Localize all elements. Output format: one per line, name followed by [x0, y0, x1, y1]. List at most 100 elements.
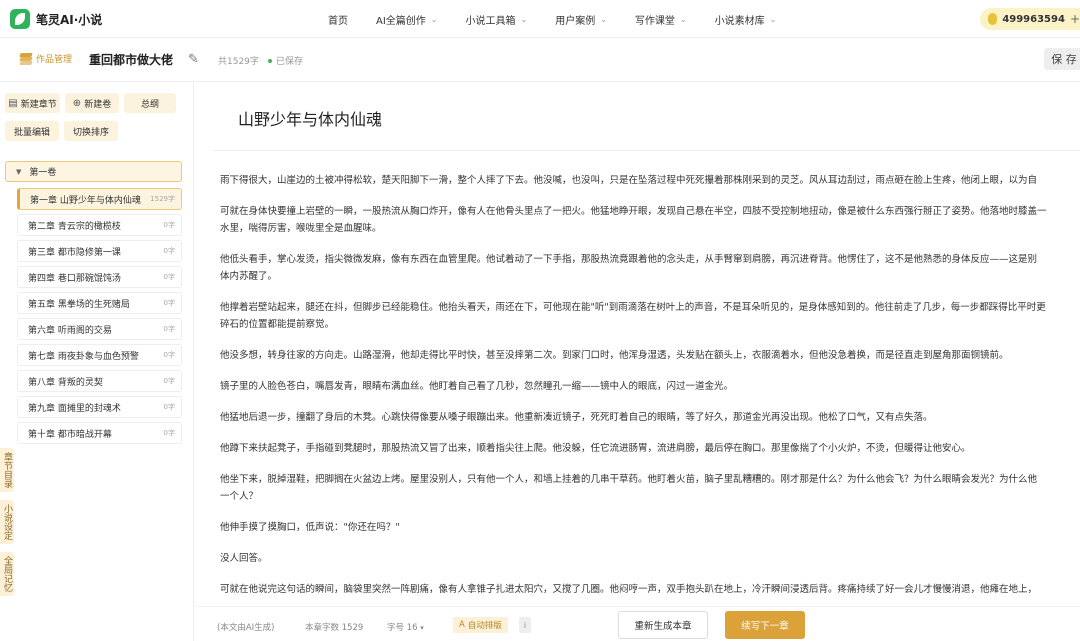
nav-item-label: 写作课堂: [634, 15, 675, 27]
ai-generated-note: (本文由AI生成): [217, 623, 275, 633]
paragraph[interactable]: 他低头看手，掌心发烫，指尖微微发麻，像有东西在血管里爬。他试着动了一下手指，那股…: [220, 251, 1080, 285]
nav-item[interactable]: 首页: [328, 12, 348, 27]
paragraph-line: 他低头看手，掌心发烫，指尖微微发麻，像有东西在血管里爬。他试着动了一下手指，那股…: [220, 254, 1038, 265]
paragraph[interactable]: 他没多想，转身往家的方向走。山路湿滑，他却走得比平时快，甚至没摔第二次。到家门口…: [220, 347, 1080, 364]
collapse-triangle-icon[interactable]: ▼: [16, 168, 21, 176]
paragraph-line: 可就在身体快要撞上岩壁的一瞬，一股热流从胸口炸开，像有人在他骨头里点了一把火。他…: [220, 206, 1047, 217]
works-manager-label: 作品管理: [36, 55, 73, 65]
chapter-sidebar: ▤ 新建章节 ⊕ 新建卷 总纲 批量编辑 切换排序 ▼ 第一卷 第一章 山野少年与体…: [0, 82, 194, 641]
main-menu: 首页 AI全篇创作 ⌄ 小说工具箱 ⌄ 用户案例 ⌄ 写作课堂 ⌄ 小说素材库 ⌄: [318, 0, 776, 38]
editor-footer: (本文由AI生成) 本章字数 1529 字号 16 ▾ A 自动排版 i 重新生成…: [195, 606, 1080, 641]
chapter-word-count: 0字: [163, 299, 175, 307]
paragraph[interactable]: 他蹲下来扶起凳子，手指碰到凳腿时，那股热流又冒了出来，顺着指尖往上爬。他没躲，任…: [220, 440, 1080, 457]
outline-button[interactable]: 总纲: [124, 93, 176, 113]
nav-item[interactable]: 小说素材库 ⌄: [715, 12, 777, 27]
total-word-count: 共1529字: [218, 57, 259, 67]
paragraph[interactable]: 可就在身体快要撞上岩壁的一瞬，一股热流从胸口炸开，像有人在他骨头里点了一把火。他…: [220, 203, 1080, 237]
paragraph[interactable]: 镜子里的人脸色苍白，嘴唇发青，眼睛布满血丝。他盯着自己看了几秒，忽然瞳孔一缩——…: [220, 378, 1080, 395]
auto-format-button[interactable]: A 自动排版: [453, 617, 508, 633]
nav-item[interactable]: 小说工具箱 ⌄: [466, 12, 528, 27]
chapter-label: 第三章 都市隐修第一课: [28, 247, 121, 258]
chapter-word-count: 0字: [163, 273, 175, 281]
paragraph-line: 没人回答。: [220, 553, 268, 564]
save-button[interactable]: 保 存: [1044, 48, 1080, 70]
nav-item-label: AI全篇创作: [376, 15, 426, 27]
chapter-label: 第四章 巷口那碗馄饨汤: [28, 273, 121, 284]
nav-item-label: 用户案例: [555, 15, 596, 27]
chevron-down-icon: ⌄: [769, 14, 777, 24]
chapter-item[interactable]: 第七章 雨夜卦象与血色预警 0字: [17, 344, 182, 366]
paragraph[interactable]: 没人回答。: [220, 550, 1080, 567]
chapter-word-count: 1529字: [150, 195, 175, 203]
chapter-label: 第九章 面摊里的封魂术: [28, 403, 121, 414]
new-volume-button[interactable]: ⊕ 新建卷: [65, 93, 119, 113]
font-size-select[interactable]: 字号 16 ▾: [387, 621, 424, 633]
chapter-word-count: 0字: [163, 403, 175, 411]
chapter-label: 第二章 青云宗的橄榄枝: [28, 221, 121, 232]
nav-item[interactable]: AI全篇创作 ⌄: [376, 12, 438, 27]
document-toolbar: 作品管理 重回都市做大佬 ✎ 共1529字 已保存 保 存: [0, 38, 1080, 82]
chapter-item[interactable]: 第一章 山野少年与体内仙魂 1529字: [17, 188, 182, 210]
chapter-title[interactable]: 山野少年与体内仙魂: [238, 106, 382, 130]
chapter-label: 第七章 雨夜卦象与血色预警: [28, 351, 139, 362]
paragraph[interactable]: 他猛地后退一步，撞翻了身后的木凳。心跳快得像要从嗓子眼蹦出来。他重新凑近镜子，死…: [220, 409, 1080, 426]
side-tab[interactable]: 小说设定: [0, 500, 14, 544]
new-volume-label: 新建卷: [84, 99, 112, 110]
info-icon[interactable]: i: [519, 617, 531, 633]
chapter-item[interactable]: 第五章 黑拳场的生死赌局 0字: [17, 292, 182, 314]
chapter-label: 第六章 听雨阁的交易: [28, 325, 112, 336]
chapter-item[interactable]: 第八章 背叛的灵契 0字: [17, 370, 182, 392]
layers-icon: [19, 52, 33, 65]
paragraph[interactable]: 雨下得很大，山崖边的土被冲得松软，楚天阳脚下一滑，整个人摔了下去。他没喊，也没叫…: [220, 172, 1080, 189]
chapter-label: 第一章 山野少年与体内仙魂: [30, 195, 141, 206]
works-manager-button[interactable]: 作品管理: [19, 52, 73, 65]
chapter-item[interactable]: 第四章 巷口那碗馄饨汤 0字: [17, 266, 182, 288]
paragraph[interactable]: 他撑着岩壁站起来，腿还在抖，但脚步已经能稳住。他抬头看天，雨还在下，可他现在能"…: [220, 299, 1080, 333]
edit-title-icon[interactable]: ✎: [188, 52, 199, 67]
chapter-item[interactable]: 第三章 都市隐修第一课 0字: [17, 240, 182, 262]
toggle-sort-button[interactable]: 切换排序: [64, 121, 118, 141]
user-credits-pill[interactable]: 499963594 +: [980, 8, 1080, 30]
nav-item[interactable]: 用户案例 ⌄: [555, 12, 607, 27]
chapter-list: 第一章 山野少年与体内仙魂 1529字 第二章 青云宗的橄榄枝 0字 第三章 都市隐修第…: [17, 188, 182, 448]
app-logo[interactable]: 笔灵AI·小说: [10, 9, 102, 29]
new-chapter-button[interactable]: ▤ 新建章节: [5, 93, 60, 113]
plus-icon[interactable]: +: [1070, 12, 1080, 26]
paragraph[interactable]: 他坐下来，脱掉湿鞋，把脚搁在火盆边上烤。屋里没别人，只有他一个人，和墙上挂着的几…: [220, 471, 1080, 505]
nav-item-label: 首页: [328, 15, 348, 27]
chapter-item[interactable]: 第二章 青云宗的橄榄枝 0字: [17, 214, 182, 236]
chevron-down-icon: ⌄: [430, 14, 438, 24]
chevron-down-icon: ⌄: [520, 14, 528, 24]
new-chapter-label: 新建章节: [20, 99, 57, 110]
paragraph-line: 体内苏醒了。: [220, 271, 278, 282]
volume-label: 第一卷: [29, 168, 57, 178]
caret-down-icon: ▾: [420, 624, 424, 632]
plus-circle-icon: ⊕: [72, 97, 82, 109]
chapter-word-count: 0字: [163, 351, 175, 359]
batch-edit-button[interactable]: 批量编辑: [5, 121, 59, 141]
paragraph-line: 碎石的位置都能提前察觉。: [220, 319, 335, 330]
continue-next-chapter-button[interactable]: 续写下一章: [725, 611, 805, 639]
side-tab[interactable]: 章节目录: [0, 448, 14, 492]
new-chapter-icon: ▤: [8, 97, 18, 109]
editor-area[interactable]: 山野少年与体内仙魂 雨下得很大，山崖边的土被冲得松软，楚天阳脚下一滑，整个人摔了…: [195, 82, 1080, 641]
paragraph[interactable]: 他伸手摸了摸胸口，低声说："你还在吗？": [220, 519, 1080, 536]
paragraph-line: 他伸手摸了摸胸口，低声说："你还在吗？": [220, 522, 400, 533]
chapter-item[interactable]: 第九章 面摊里的封魂术 0字: [17, 396, 182, 418]
volume-header[interactable]: ▼ 第一卷: [5, 161, 182, 182]
chapter-item[interactable]: 第十章 都市暗战开幕 0字: [17, 422, 182, 444]
chapter-body[interactable]: 雨下得很大，山崖边的土被冲得松软，楚天阳脚下一滑，整个人摔了下去。他没喊，也没叫…: [220, 172, 1080, 612]
paragraph[interactable]: 可就在他说完这句话的瞬间，脑袋里突然一阵剧痛，像有人拿锥子扎进太阳穴，又搅了几圈…: [220, 581, 1080, 598]
regenerate-chapter-button[interactable]: 重新生成本章: [618, 611, 708, 639]
paragraph-line: 水里，喘得厉害，喉咙里全是血腥味。: [220, 223, 382, 234]
title-divider: [213, 150, 1080, 151]
nav-item-label: 小说工具箱: [465, 15, 516, 27]
auto-format-icon: A: [459, 620, 465, 630]
paragraph-line: 他蹲下来扶起凳子，手指碰到凳腿时，那股热流又冒了出来，顺着指尖往上爬。他没躲，任…: [220, 443, 971, 454]
save-status: 已保存: [268, 54, 303, 67]
nav-item[interactable]: 写作课堂 ⌄: [635, 12, 687, 27]
side-tab[interactable]: 全局记忆: [0, 552, 14, 596]
chapter-item[interactable]: 第六章 听雨阁的交易 0字: [17, 318, 182, 340]
side-tabs: 章节目录小说设定全局记忆: [0, 448, 14, 604]
paragraph-line: 他没多想，转身往家的方向走。山路湿滑，他却走得比平时快，甚至没摔第二次。到家门口…: [220, 350, 1009, 361]
